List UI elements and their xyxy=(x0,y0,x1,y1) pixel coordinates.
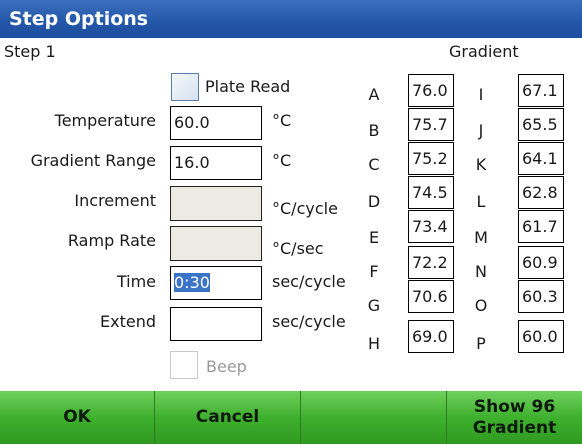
window-title: Step Options xyxy=(0,0,582,38)
gradient-letter: O xyxy=(474,296,488,315)
step-label: Step 1 xyxy=(4,42,56,61)
gradient-value-box: 75.7 xyxy=(408,108,454,141)
gradient-letter: B xyxy=(368,121,380,140)
gradient-letter: G xyxy=(367,296,381,315)
gradient-value-box: 65.5 xyxy=(518,108,564,141)
extend-input[interactable] xyxy=(170,307,262,341)
gradient-value-box: 72.2 xyxy=(408,246,454,279)
gradient-value-box: 75.2 xyxy=(408,142,454,175)
gradient-letter: J xyxy=(478,121,484,140)
plate-read-label: Plate Read xyxy=(205,77,291,96)
increment-unit: °C/cycle xyxy=(272,199,338,218)
gradient-value-box: 60.3 xyxy=(518,280,564,313)
softkey-bar: OK Cancel Show 96 Gradient xyxy=(0,391,582,444)
extend-unit: sec/cycle xyxy=(272,312,346,331)
gradient-letter: N xyxy=(475,262,487,281)
gradient-value-box: 67.1 xyxy=(518,74,564,107)
temperature-label: Temperature xyxy=(54,111,156,130)
gradient-value-box: 76.0 xyxy=(408,74,454,107)
time-label: Time xyxy=(116,272,156,291)
gradient-value-box: 64.1 xyxy=(518,142,564,175)
beep-checkbox xyxy=(170,351,198,379)
gradient-value-box: 69.0 xyxy=(408,320,454,353)
gradient-value-box: 60.0 xyxy=(518,320,564,353)
beep-label: Beep xyxy=(206,357,247,376)
gradient-letter: D xyxy=(367,192,381,211)
gradient-value-box: 73.4 xyxy=(408,210,454,243)
gradient-title: Gradient xyxy=(449,42,519,61)
gradient-letter: F xyxy=(369,262,379,281)
time-unit: sec/cycle xyxy=(272,272,346,291)
temperature-input[interactable]: 60.0 xyxy=(170,106,262,140)
ok-button[interactable]: OK xyxy=(0,391,154,444)
plate-read-checkbox[interactable] xyxy=(171,73,199,101)
show-96-gradient-line2: Gradient xyxy=(472,417,557,438)
gradient-letter: H xyxy=(367,334,381,353)
ramp-rate-unit: °C/sec xyxy=(272,239,324,258)
gradient-letter: L xyxy=(476,192,486,211)
gradient-value-box: 61.7 xyxy=(518,210,564,243)
gradient-letter: E xyxy=(368,228,380,247)
ramp-rate-label: Ramp Rate xyxy=(67,231,156,250)
blank-softkey[interactable] xyxy=(301,391,446,444)
show-96-gradient-button[interactable]: Show 96 Gradient xyxy=(447,391,582,444)
gradient-value-box: 62.8 xyxy=(518,176,564,209)
temperature-unit: °C xyxy=(272,111,292,130)
gradient-letter: P xyxy=(476,334,486,353)
time-input[interactable]: 0:30 xyxy=(170,266,262,300)
gradient-value-box: 70.6 xyxy=(408,280,454,313)
gradient-value-box: 74.5 xyxy=(408,176,454,209)
cancel-button[interactable]: Cancel xyxy=(155,391,300,444)
gradient-range-input[interactable]: 16.0 xyxy=(170,146,262,180)
show-96-gradient-line1: Show 96 xyxy=(473,396,556,417)
extend-label: Extend xyxy=(100,312,156,331)
gradient-letter: A xyxy=(368,85,380,104)
ramp-rate-input xyxy=(170,226,262,261)
gradient-range-unit: °C xyxy=(272,151,292,170)
gradient-letter: C xyxy=(368,155,380,174)
gradient-value-box: 60.9 xyxy=(518,246,564,279)
gradient-letter: M xyxy=(474,228,488,247)
time-value-selected: 0:30 xyxy=(174,273,210,292)
gradient-letter: I xyxy=(478,85,484,104)
gradient-letter: K xyxy=(475,155,487,174)
gradient-range-label: Gradient Range xyxy=(30,151,156,170)
increment-input xyxy=(170,186,262,221)
increment-label: Increment xyxy=(74,191,156,210)
